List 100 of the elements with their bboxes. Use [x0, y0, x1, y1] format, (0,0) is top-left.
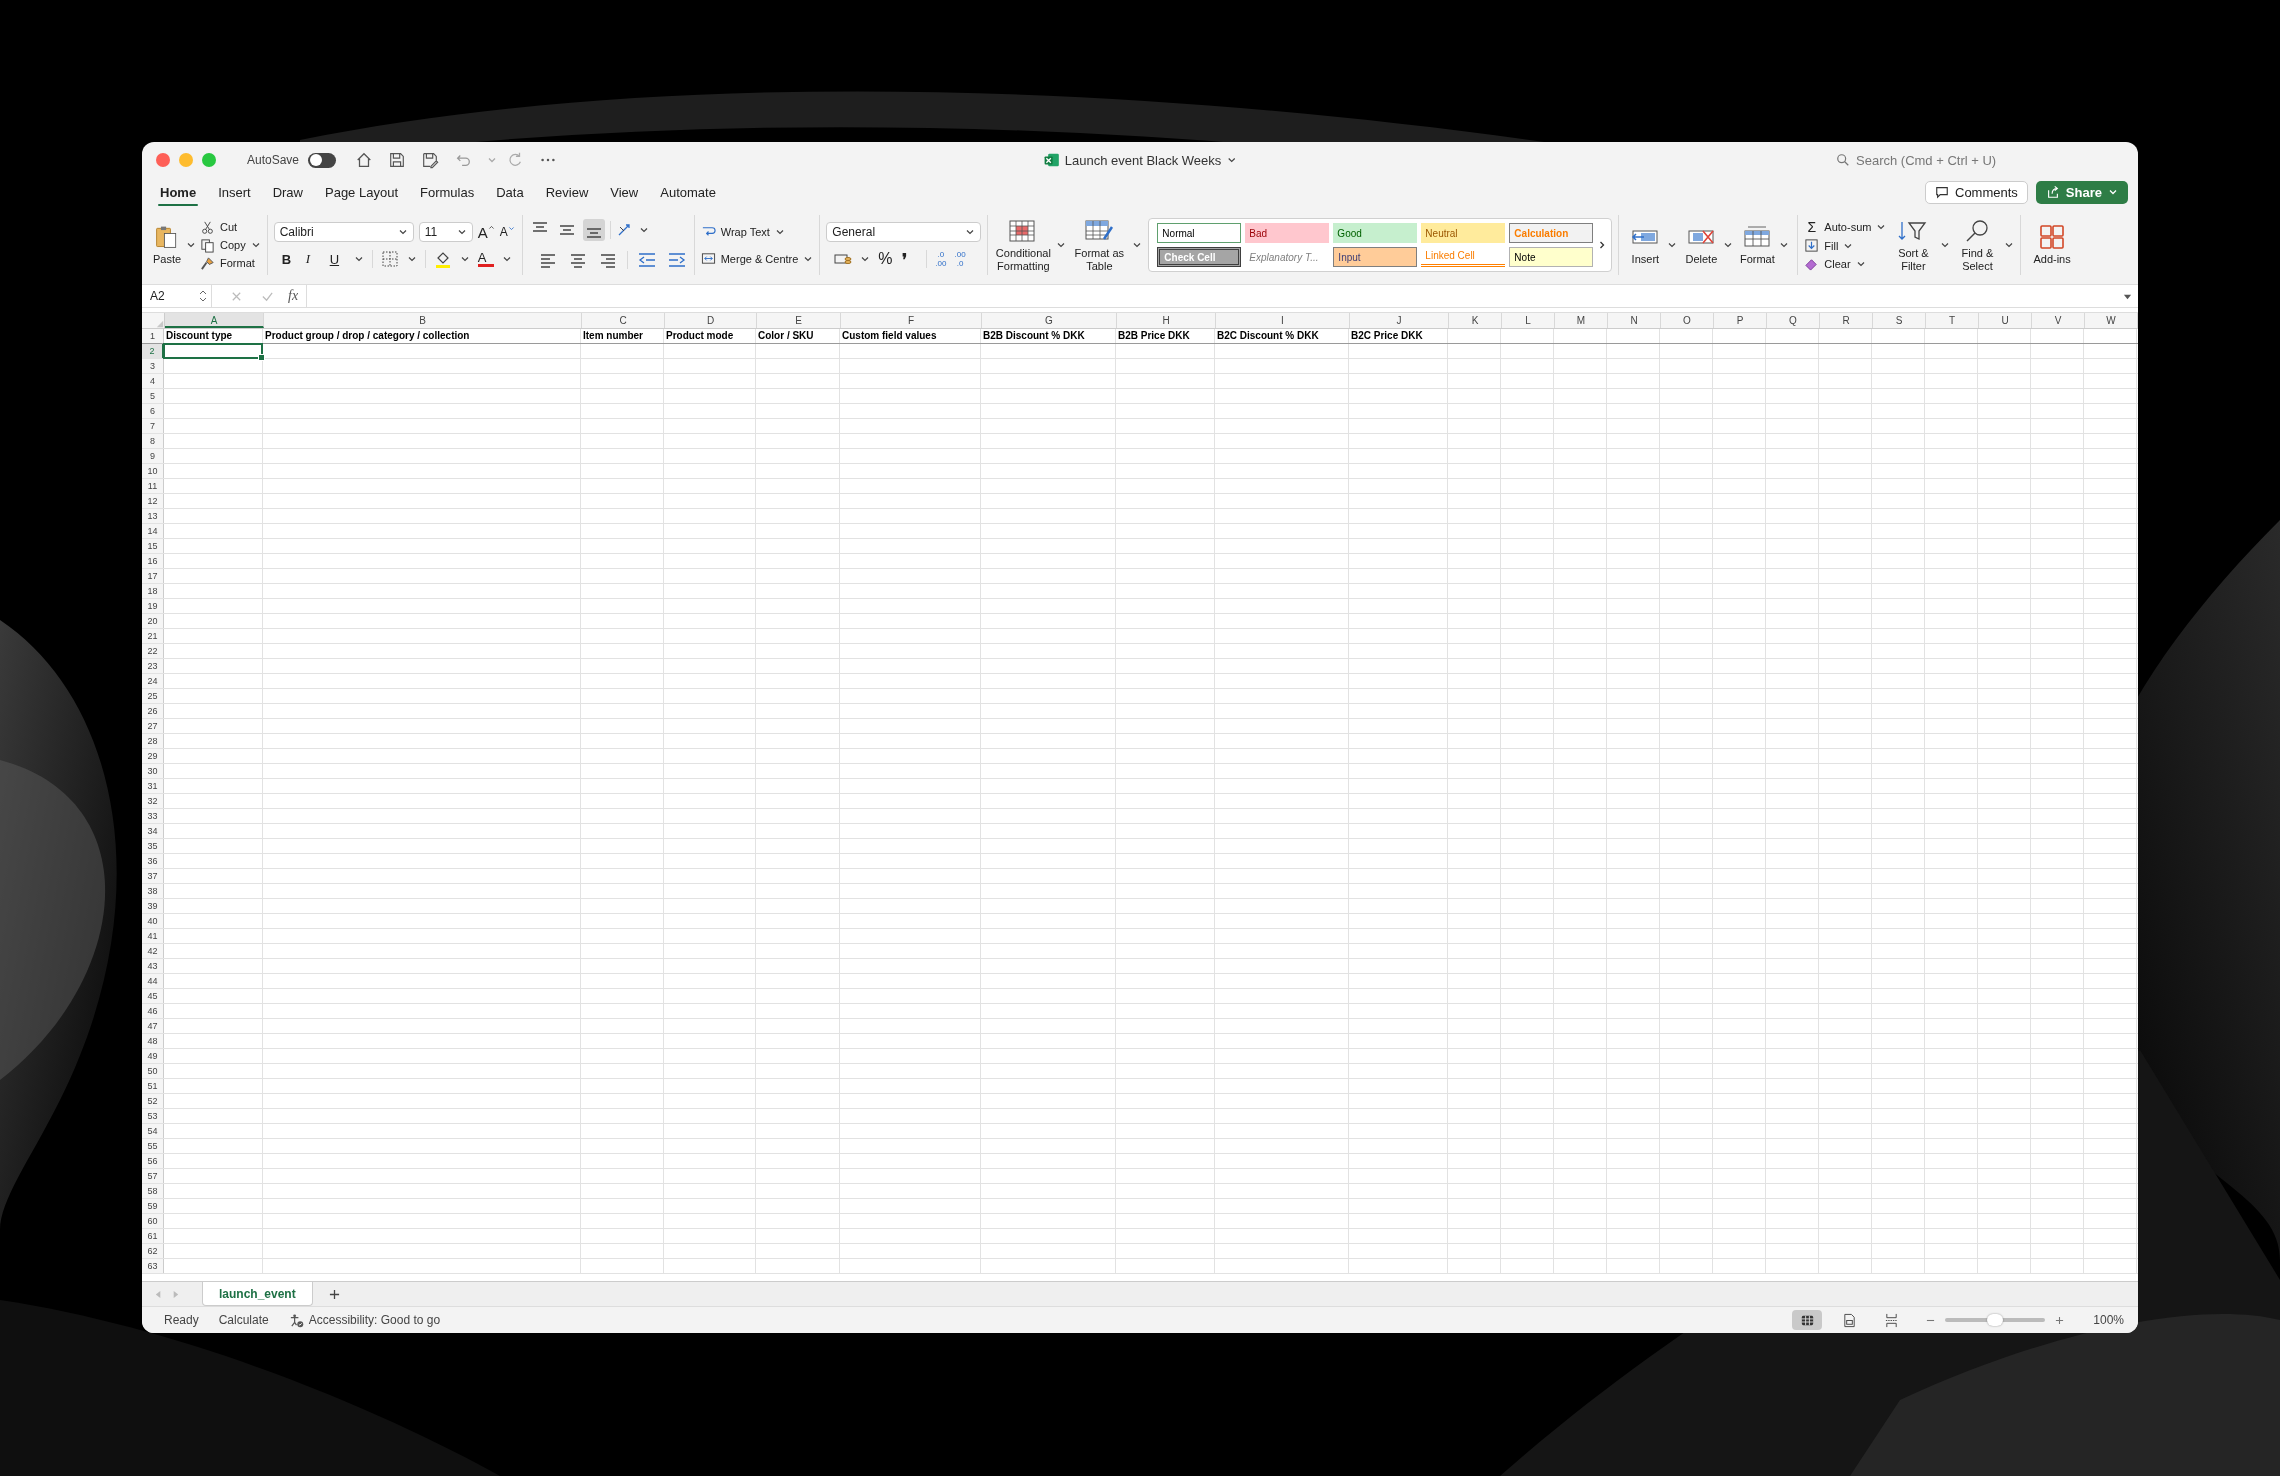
accessibility-status[interactable]: Accessibility: Good to go	[308, 1313, 441, 1327]
row-header[interactable]: 14	[142, 524, 164, 538]
column-header[interactable]: C	[582, 313, 665, 328]
merge-centre-button[interactable]: Merge & Centre	[700, 251, 814, 266]
row-header[interactable]: 23	[142, 659, 164, 673]
row-header[interactable]: 40	[142, 914, 164, 928]
row-header[interactable]: 26	[142, 704, 164, 718]
row-header[interactable]: 5	[142, 389, 164, 403]
number-format-dropdown[interactable]: General	[826, 221, 982, 242]
delete-cells-button[interactable]: Delete	[1681, 224, 1722, 266]
caret-icon[interactable]	[1940, 240, 1951, 250]
row-header[interactable]: 27	[142, 719, 164, 733]
row-header[interactable]: 44	[142, 974, 164, 988]
row-header[interactable]: 9	[142, 449, 164, 463]
row-header[interactable]: 60	[142, 1214, 164, 1228]
caret-icon[interactable]	[1779, 240, 1790, 250]
copy-button[interactable]: Copy	[200, 237, 261, 253]
row-header[interactable]: 49	[142, 1049, 164, 1063]
conditional-formatting-button[interactable]: Conditional Formatting	[994, 217, 1053, 273]
column-header[interactable]: R	[1820, 313, 1873, 328]
column-header[interactable]: E	[757, 313, 841, 328]
add-sheet-icon[interactable]	[328, 1288, 340, 1300]
autosave-toggle[interactable]	[308, 152, 337, 168]
save-icon[interactable]	[388, 151, 407, 169]
column-header[interactable]: L	[1502, 313, 1555, 328]
underline-button[interactable]: U	[329, 251, 346, 267]
cell-style-swatch[interactable]: Neutral	[1421, 223, 1506, 243]
row-header[interactable]: 16	[142, 554, 164, 568]
caret-icon[interactable]	[1056, 240, 1067, 250]
comma-style-button[interactable]: ❜	[902, 249, 919, 269]
row-header[interactable]: 50	[142, 1064, 164, 1078]
row-header[interactable]: 54	[142, 1124, 164, 1138]
column-header[interactable]: N	[1608, 313, 1661, 328]
insert-function-button[interactable]: fx	[288, 288, 299, 304]
column-header[interactable]: S	[1873, 313, 1926, 328]
normal-view-button[interactable]	[1792, 1310, 1822, 1330]
zoom-in-icon[interactable]	[2055, 1315, 2064, 1325]
accessibility-icon[interactable]	[288, 1312, 304, 1328]
row-header[interactable]: 21	[142, 629, 164, 643]
caret-icon[interactable]	[1667, 240, 1678, 250]
row-header[interactable]: 8	[142, 434, 164, 448]
column-header[interactable]: B	[264, 313, 582, 328]
row-header[interactable]: 39	[142, 899, 164, 913]
row-header[interactable]: 61	[142, 1229, 164, 1243]
cell-style-swatch[interactable]: Good	[1333, 223, 1418, 243]
selected-cell[interactable]	[163, 343, 263, 359]
ribbon-tab[interactable]: Review	[535, 180, 599, 204]
insert-cells-button[interactable]: Insert	[1625, 224, 1666, 266]
row-header[interactable]: 37	[142, 869, 164, 883]
cell-style-swatch[interactable]: Input	[1333, 247, 1418, 267]
row-header[interactable]: 11	[142, 479, 164, 493]
bold-button[interactable]: B	[281, 251, 298, 267]
format-painter-button[interactable]: Format	[200, 255, 261, 271]
row-header[interactable]: 20	[142, 614, 164, 628]
caret-icon[interactable]	[860, 254, 871, 264]
row-header[interactable]: 51	[142, 1079, 164, 1093]
font-color-button[interactable]: A	[477, 251, 494, 267]
column-header[interactable]: G	[982, 313, 1117, 328]
column-header[interactable]: Q	[1767, 313, 1820, 328]
wrap-text-button[interactable]: Wrap Text	[700, 224, 785, 239]
row-header[interactable]: 17	[142, 569, 164, 583]
format-as-table-button[interactable]: Format as Table	[1070, 217, 1129, 273]
caret-icon[interactable]	[186, 240, 196, 250]
share-button[interactable]: Share	[2035, 180, 2128, 204]
column-header[interactable]: U	[1979, 313, 2032, 328]
row-header[interactable]: 34	[142, 824, 164, 838]
row-header[interactable]: 29	[142, 749, 164, 763]
row-header[interactable]: 1	[142, 329, 164, 343]
cell-style-swatch[interactable]: Normal	[1157, 223, 1242, 243]
fill-color-icon[interactable]	[433, 250, 452, 268]
row-header[interactable]: 7	[142, 419, 164, 433]
column-header[interactable]: F	[841, 313, 982, 328]
italic-button[interactable]: I	[305, 251, 322, 267]
increase-decimal-button[interactable]: .0 .00	[935, 250, 947, 268]
row-header[interactable]: 6	[142, 404, 164, 418]
column-header[interactable]: T	[1926, 313, 1979, 328]
row-header[interactable]: 32	[142, 794, 164, 808]
row-header[interactable]: 3	[142, 359, 164, 373]
font-name-dropdown[interactable]: Calibri	[273, 222, 414, 242]
row-header[interactable]: 62	[142, 1244, 164, 1258]
row-header[interactable]: 45	[142, 989, 164, 1003]
column-header[interactable]: K	[1449, 313, 1502, 328]
caret-icon[interactable]	[1226, 155, 1237, 165]
cell-style-swatch[interactable]: Bad	[1245, 223, 1330, 243]
caret-icon[interactable]	[1723, 240, 1734, 250]
row-header[interactable]: 13	[142, 509, 164, 523]
row-header[interactable]: 38	[142, 884, 164, 898]
caret-icon[interactable]	[501, 254, 512, 264]
caret-icon[interactable]	[353, 254, 364, 264]
row-header[interactable]: 41	[142, 929, 164, 943]
sort-filter-button[interactable]: Sort & Filter	[1892, 217, 1935, 273]
row-header[interactable]: 12	[142, 494, 164, 508]
ribbon-tab[interactable]: Insert	[208, 180, 261, 204]
close-button[interactable]	[156, 153, 170, 167]
font-size-dropdown[interactable]: 11	[418, 222, 473, 242]
row-header[interactable]: 2	[142, 344, 164, 358]
zoom-level[interactable]: 100%	[2084, 1313, 2124, 1327]
comments-button[interactable]: Comments	[1925, 180, 2028, 204]
column-header[interactable]: A	[165, 313, 264, 328]
vertical-align-icon[interactable]	[582, 219, 605, 241]
